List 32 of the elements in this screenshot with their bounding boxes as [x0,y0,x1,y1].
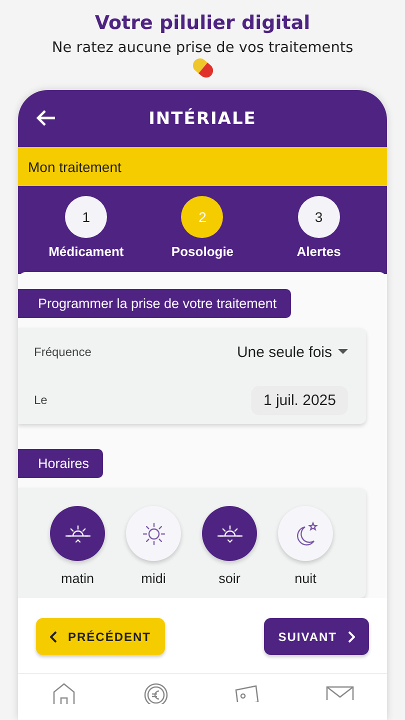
chevron-left-icon [50,630,58,642]
step-number[interactable]: 1 [65,196,108,238]
step-number[interactable]: 3 [298,196,340,238]
time-toggle[interactable] [126,506,181,561]
time-label: matin [60,571,94,586]
pill-icon [192,58,212,78]
step-label: Alertes [296,244,341,259]
section-title: Mon traitement [18,147,387,186]
next-button[interactable]: SUIVANT [264,618,369,655]
promo-subtitle: Ne ratez aucune prise de vos traitements [52,40,354,56]
time-label: midi [141,571,166,586]
promo-title: Votre pilulier digital [94,12,310,34]
frequency-dropdown[interactable]: Une seule fois [236,344,348,360]
date-field[interactable]: 1 juil. 2025 [251,386,348,414]
step-label: Médicament [48,244,124,259]
step-label: Posologie [171,244,234,259]
previous-button[interactable]: PRÉCÉDENT [36,618,166,655]
euro-coin-icon[interactable] [142,682,169,704]
field-label: Fréquence [34,345,92,359]
chevron-right-icon [347,630,355,642]
section-heading: Programmer la prise de votre traitement [18,289,291,318]
field-label: Le [34,393,48,407]
section-heading: Horaires [18,449,104,478]
app-logo: INTÉRIALE [148,108,256,128]
back-arrow-icon[interactable] [36,109,56,127]
time-toggle[interactable] [202,506,257,561]
dropdown-caret-icon [338,349,348,355]
time-label: nuit [294,571,316,586]
time-toggle[interactable] [50,506,105,561]
time-toggle[interactable] [278,506,333,561]
time-label: soir [218,571,240,586]
home-icon[interactable] [50,682,77,704]
